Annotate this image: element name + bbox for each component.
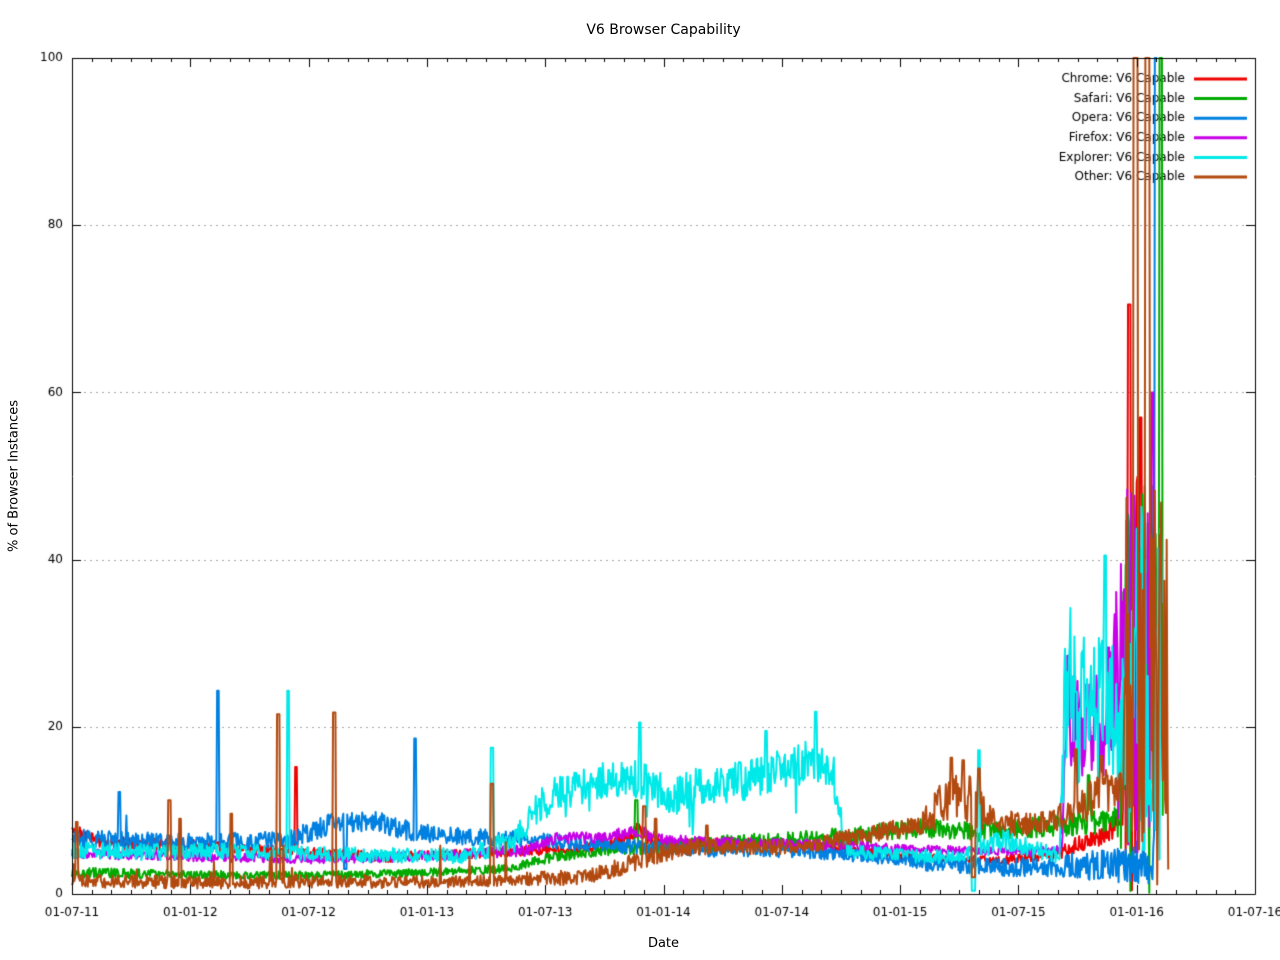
x-axis-label: Date: [72, 936, 1255, 951]
chart-title: V6 Browser Capability: [72, 22, 1255, 38]
chart: V6 Browser Capability % of Browser Insta…: [0, 0, 1280, 960]
y-axis-label: % of Browser Instances: [7, 400, 22, 552]
plot-canvas: [0, 0, 1280, 960]
